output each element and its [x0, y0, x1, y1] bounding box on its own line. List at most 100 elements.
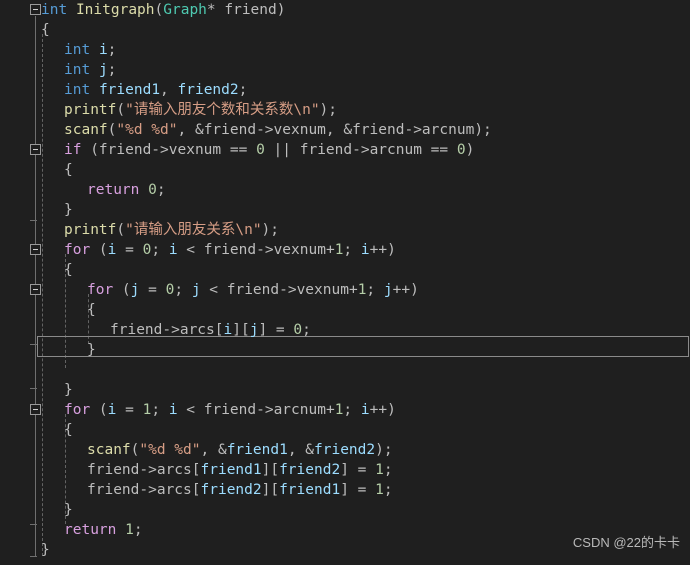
code-token: < friend->vexnum+: [177, 242, 335, 258]
code-token: {: [64, 162, 73, 178]
code-token: , &: [287, 442, 315, 458]
fold-foot-for-i: [30, 388, 37, 389]
code-token: }: [87, 342, 96, 358]
code-token: ): [276, 2, 286, 18]
code-line[interactable]: for (i = 0; i < friend->vexnum+1; i++): [37, 240, 396, 260]
code-token: ++): [369, 402, 396, 418]
code-line[interactable]: {: [37, 20, 50, 40]
code-line[interactable]: int i;: [37, 40, 116, 60]
code-token: ;: [151, 402, 169, 418]
fold-margin: [0, 0, 41, 565]
code-token: (: [116, 102, 126, 118]
code-token: {: [64, 262, 73, 278]
code-line[interactable]: {: [37, 300, 96, 320]
code-token: 1: [375, 482, 384, 498]
code-token: i: [223, 322, 233, 338]
code-token: 0: [256, 142, 265, 158]
code-token: ): [319, 102, 329, 118]
code-line[interactable]: printf("请输入朋友关系\n");: [37, 220, 279, 240]
code-line[interactable]: }: [37, 500, 73, 520]
code-token: scanf: [64, 122, 108, 138]
code-token: , &friend->vexnum, &friend->arcnum: [177, 122, 475, 138]
code-token: j: [98, 62, 108, 78]
code-token: ;: [483, 122, 492, 138]
code-line[interactable]: friend->arcs[friend1][friend2] = 1;: [37, 460, 393, 480]
code-token: (: [154, 2, 164, 18]
code-token: i: [360, 402, 370, 418]
code-token: ;: [238, 82, 248, 98]
code-token: "%d %d": [139, 442, 201, 458]
code-token: friend1: [200, 462, 262, 478]
code-token: if: [64, 142, 82, 158]
code-token: ;: [366, 282, 384, 298]
code-line[interactable]: return 1;: [37, 520, 143, 540]
fold-foot-function: [30, 556, 37, 557]
code-token: }: [64, 202, 73, 218]
code-token: ): [465, 142, 475, 158]
code-line[interactable]: {: [37, 160, 73, 180]
code-token: int: [64, 42, 91, 58]
code-token: Initgraph: [75, 2, 155, 18]
code-line[interactable]: if (friend->vexnum == 0 || friend->arcnu…: [37, 140, 474, 160]
code-token: (friend->vexnum ==: [81, 142, 257, 158]
code-line[interactable]: scanf("%d %d", &friend1, &friend2);: [37, 440, 393, 460]
code-token: ] =: [258, 322, 294, 338]
code-line[interactable]: for (i = 1; i < friend->arcnum+1; i++): [37, 400, 396, 420]
code-token: ): [375, 442, 384, 458]
code-token: for: [87, 282, 114, 298]
code-token: ;: [174, 282, 192, 298]
code-token: < friend->vexnum+: [200, 282, 358, 298]
code-token: for: [64, 402, 91, 418]
code-line[interactable]: int Initgraph(Graph* friend): [37, 0, 285, 20]
code-editor-window: int Initgraph(Graph* friend){int i; int j…: [0, 0, 690, 565]
code-token: ;: [343, 242, 361, 258]
code-token: 1: [125, 522, 134, 538]
code-token: ,: [160, 82, 178, 98]
code-token: }: [64, 382, 73, 398]
code-token: printf: [64, 102, 117, 118]
code-line[interactable]: int friend1, friend2;: [37, 80, 247, 100]
code-token: i: [168, 402, 178, 418]
code-line[interactable]: }: [37, 540, 50, 560]
code-token: i: [360, 242, 370, 258]
code-token: for: [64, 242, 91, 258]
code-token: ;: [151, 242, 169, 258]
code-token: i: [168, 242, 178, 258]
code-line[interactable]: scanf("%d %d", &friend->vexnum, &friend-…: [37, 120, 492, 140]
fold-foot-for-arc: [30, 524, 37, 525]
code-line[interactable]: }: [37, 380, 73, 400]
code-line[interactable]: int j;: [37, 60, 116, 80]
code-token: ): [261, 222, 271, 238]
code-token: =: [116, 242, 143, 258]
code-line[interactable]: friend->arcs[friend2][friend1] = 1;: [37, 480, 393, 500]
code-line[interactable]: }: [37, 340, 96, 360]
code-token: friend: [215, 2, 277, 18]
code-token: friend2: [314, 442, 376, 458]
code-token: friend1: [98, 82, 161, 98]
code-token: return: [87, 182, 140, 198]
code-token: friend1: [226, 442, 288, 458]
code-token: j: [191, 282, 201, 298]
code-token: ][: [232, 322, 250, 338]
code-line[interactable]: {: [37, 260, 73, 280]
code-line[interactable]: return 0;: [37, 180, 166, 200]
code-line[interactable]: [37, 360, 41, 380]
code-surface[interactable]: int Initgraph(Graph* friend){int i; int j…: [37, 0, 690, 565]
code-line[interactable]: friend->arcs[i][j] = 0;: [37, 320, 311, 340]
code-token: (: [113, 282, 131, 298]
code-token: 1: [375, 462, 384, 478]
fold-foot-if: [30, 220, 37, 221]
code-token: friend2: [177, 82, 239, 98]
code-token: 0: [456, 142, 466, 158]
code-token: ;: [343, 402, 361, 418]
code-line[interactable]: }: [37, 200, 73, 220]
code-token: return: [64, 522, 117, 538]
code-token: ;: [156, 182, 166, 198]
code-line[interactable]: printf("请输入朋友个数和关系数\n");: [37, 100, 337, 120]
code-line[interactable]: for (j = 0; j < friend->vexnum+1; j++): [37, 280, 419, 300]
code-line[interactable]: {: [37, 420, 73, 440]
